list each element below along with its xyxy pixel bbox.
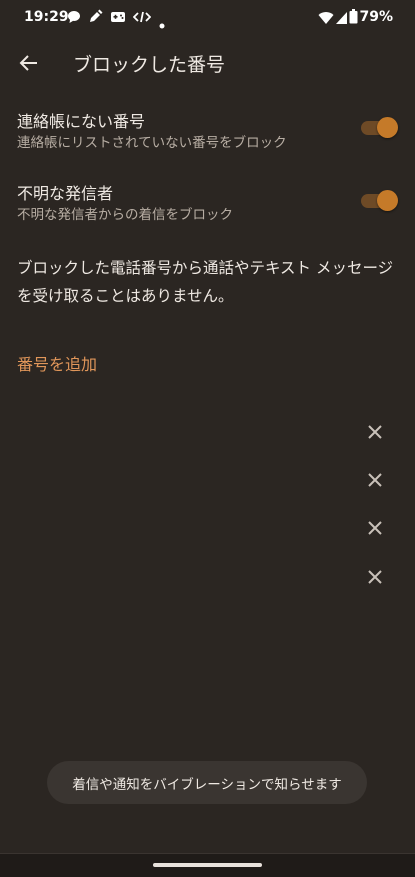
status-right: 79%: [318, 9, 393, 25]
setting-subtitle: 連絡帳にリストされていない番号をブロック: [17, 135, 287, 151]
home-indicator[interactable]: [153, 863, 262, 867]
setting-row-not-in-contacts[interactable]: 連絡帳にない番号 連絡帳にリストされていない番号をブロック: [0, 108, 415, 170]
toast-text: 着信や通知をバイブレーションで知らせます: [72, 776, 342, 793]
arrow-left-icon: [19, 55, 37, 71]
battery-icon: [349, 9, 358, 28]
pen-icon: [88, 9, 103, 28]
close-icon: [368, 570, 382, 584]
setting-title: 連絡帳にない番号: [17, 112, 146, 131]
toggle-not-in-contacts[interactable]: [361, 117, 398, 139]
add-number-button[interactable]: 番号を追加: [17, 351, 97, 375]
chat-icon: [67, 9, 81, 28]
toast: 着信や通知をバイブレーションで知らせます: [47, 761, 367, 804]
remove-blocked-number-button[interactable]: [362, 564, 388, 590]
gamepad-icon: [110, 9, 126, 28]
screen: 19:29 79% ブロックした番号 連絡帳にない番号 連絡帳にリストされていな…: [0, 0, 415, 877]
battery-percent: 79%: [359, 9, 393, 25]
status-bar: 19:29 79%: [0, 0, 415, 34]
status-time: 19:29: [24, 9, 69, 25]
remove-blocked-number-button[interactable]: [362, 467, 388, 493]
setting-subtitle: 不明な発信者からの着信をブロック: [17, 207, 233, 223]
signal-icon: [335, 10, 348, 29]
toggle-thumb: [377, 190, 398, 211]
dot-icon: [159, 14, 165, 33]
setting-title: 不明な発信者: [17, 184, 114, 203]
code-icon: [132, 9, 152, 28]
remove-blocked-number-button[interactable]: [362, 419, 388, 445]
navigation-bar: [0, 853, 415, 877]
setting-row-unknown-callers[interactable]: 不明な発信者 不明な発信者からの着信をブロック: [0, 180, 415, 242]
close-icon: [368, 473, 382, 487]
page-title: ブロックした番号: [73, 54, 226, 76]
remove-blocked-number-button[interactable]: [362, 515, 388, 541]
toggle-unknown-callers[interactable]: [361, 190, 398, 212]
app-bar: ブロックした番号: [0, 40, 415, 86]
toggle-thumb: [377, 117, 398, 138]
back-button[interactable]: [12, 46, 46, 80]
wifi-icon: [318, 10, 334, 29]
close-icon: [368, 425, 382, 439]
info-text: ブロックした電話番号から通話やテキスト メッセージを受け取ることはありません。: [17, 259, 394, 305]
close-icon: [368, 521, 382, 535]
